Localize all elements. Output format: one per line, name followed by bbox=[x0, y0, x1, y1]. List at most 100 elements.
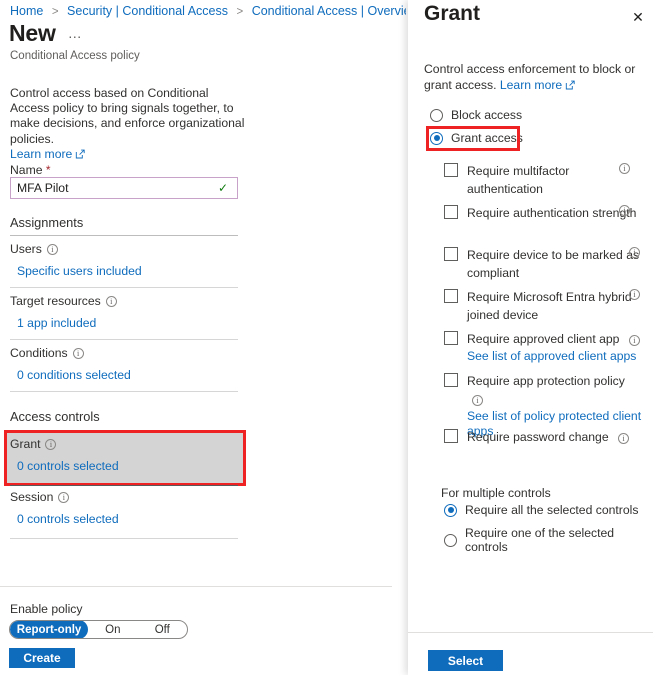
checkbox-row-require-approved-client-app[interactable]: Require approved client app i See list o… bbox=[444, 330, 642, 364]
checkbox-indicator[interactable] bbox=[444, 373, 458, 387]
checkbox-text-block: Require Microsoft Entra hybrid joined de… bbox=[467, 288, 642, 324]
checkbox-indicator[interactable] bbox=[444, 331, 458, 345]
page-title: New bbox=[9, 20, 56, 46]
checkbox-text-block: Require password change i bbox=[467, 428, 642, 446]
checkbox-text-block: Require multifactor authentication bbox=[467, 162, 642, 198]
divider bbox=[10, 287, 238, 288]
toggle-option-off[interactable]: Off bbox=[138, 621, 187, 638]
radio-block-access[interactable]: Block access bbox=[430, 108, 522, 122]
new-policy-panel: Home > Security | Conditional Access > C… bbox=[0, 0, 406, 675]
grant-flyout-panel: Grant ✕ Control access enforcement to bl… bbox=[408, 0, 653, 675]
divider bbox=[10, 339, 238, 340]
info-icon[interactable]: i bbox=[58, 491, 70, 503]
info-icon[interactable]: i bbox=[629, 247, 640, 258]
checkbox-label: Require Microsoft Entra hybrid joined de… bbox=[467, 290, 632, 322]
divider bbox=[10, 538, 238, 539]
grant-label-text: Grant bbox=[10, 437, 41, 451]
checkbox-indicator[interactable] bbox=[444, 429, 458, 443]
radio-indicator-selected[interactable] bbox=[444, 503, 457, 517]
enable-policy-label: Enable policy bbox=[10, 602, 83, 616]
breadcrumb-separator: > bbox=[236, 6, 244, 18]
checkbox-label: Require device to be marked as compliant bbox=[467, 248, 640, 280]
target-resources-row-value[interactable]: 1 app included bbox=[17, 316, 96, 330]
checkbox-label: Require app protection policy bbox=[467, 374, 625, 388]
close-icon[interactable]: ✕ bbox=[627, 6, 649, 28]
info-icon[interactable]: i bbox=[45, 438, 57, 450]
page-title-row: New … bbox=[9, 22, 83, 45]
users-row-value[interactable]: Specific users included bbox=[17, 264, 142, 278]
approved-client-apps-link[interactable]: See list of approved client apps bbox=[467, 349, 642, 364]
page-subtitle: Conditional Access policy bbox=[10, 50, 140, 62]
conditions-row-label: Conditions i bbox=[10, 346, 84, 360]
conditions-label-text: Conditions bbox=[10, 346, 68, 360]
breadcrumb-item-overview[interactable]: Conditional Access | Overview bbox=[252, 4, 406, 18]
target-resources-row-label: Target resources i bbox=[10, 294, 117, 308]
breadcrumb-item-home[interactable]: Home bbox=[10, 4, 43, 18]
info-icon[interactable]: i bbox=[46, 243, 58, 255]
checkbox-indicator[interactable] bbox=[444, 163, 458, 177]
intro-text-block: Control access based on Conditional Acce… bbox=[10, 86, 245, 162]
checkbox-indicator[interactable] bbox=[444, 289, 458, 303]
name-input[interactable] bbox=[11, 178, 218, 198]
more-options-icon[interactable]: … bbox=[68, 25, 83, 41]
radio-indicator[interactable] bbox=[430, 108, 443, 122]
toggle-option-on[interactable]: On bbox=[88, 621, 137, 638]
radio-require-one-label: Require one of the selected controls bbox=[465, 526, 615, 554]
checkbox-row-require-authentication-strength[interactable]: Require authentication strength i bbox=[444, 204, 642, 222]
session-row-label: Session i bbox=[10, 490, 70, 504]
create-button[interactable]: Create bbox=[9, 648, 75, 668]
checkbox-row-require-multifactor-authentication[interactable]: Require multifactor authentication i bbox=[444, 162, 642, 198]
users-row-label: Users i bbox=[10, 242, 58, 256]
checkbox-indicator[interactable] bbox=[444, 247, 458, 261]
footer-divider bbox=[0, 586, 392, 587]
radio-indicator-selected[interactable] bbox=[430, 131, 443, 145]
assignments-heading: Assignments bbox=[10, 215, 84, 230]
grant-panel-title: Grant bbox=[424, 2, 481, 25]
radio-grant-access-label: Grant access bbox=[451, 131, 523, 145]
checkbox-row-require-hybrid-joined-device[interactable]: Require Microsoft Entra hybrid joined de… bbox=[444, 288, 642, 324]
multiple-controls-label: For multiple controls bbox=[441, 486, 551, 500]
radio-indicator[interactable] bbox=[444, 533, 457, 547]
name-field-label: Name * bbox=[10, 163, 51, 177]
checkbox-label: Require authentication strength bbox=[467, 206, 637, 220]
radio-require-one-control[interactable]: Require one of the selected controls bbox=[444, 526, 653, 554]
divider bbox=[10, 235, 238, 236]
info-icon[interactable]: i bbox=[472, 395, 483, 406]
grant-row-value[interactable]: 0 controls selected bbox=[17, 459, 119, 473]
footer-divider bbox=[408, 632, 653, 633]
info-icon[interactable]: i bbox=[105, 295, 117, 307]
target-resources-label-text: Target resources bbox=[10, 294, 101, 308]
session-label-text: Session bbox=[10, 490, 54, 504]
radio-require-all-label: Require all the selected controls bbox=[465, 503, 639, 517]
radio-require-all-controls[interactable]: Require all the selected controls bbox=[444, 503, 638, 517]
select-button[interactable]: Select bbox=[428, 650, 503, 671]
learn-more-link[interactable]: Learn more bbox=[500, 78, 562, 92]
radio-grant-access[interactable]: Grant access bbox=[430, 131, 523, 145]
checkbox-indicator[interactable] bbox=[444, 205, 458, 219]
checkbox-row-require-password-change[interactable]: Require password change i bbox=[444, 428, 642, 446]
session-row-value[interactable]: 0 controls selected bbox=[17, 512, 119, 526]
breadcrumb-item-security[interactable]: Security | Conditional Access bbox=[67, 4, 228, 18]
checkbox-text-block: Require approved client app i See list o… bbox=[467, 330, 642, 364]
toggle-option-report-only[interactable]: Report-only bbox=[10, 621, 89, 638]
info-icon[interactable]: i bbox=[619, 205, 630, 216]
valid-check-icon: ✓ bbox=[218, 181, 229, 195]
learn-more-link[interactable]: Learn more bbox=[10, 147, 72, 161]
info-icon[interactable]: i bbox=[618, 433, 630, 444]
radio-block-access-label: Block access bbox=[451, 108, 523, 122]
name-input-wrapper[interactable]: ✓ bbox=[10, 177, 238, 199]
intro-text: Control access based on Conditional Acce… bbox=[10, 86, 245, 146]
info-icon[interactable]: i bbox=[628, 335, 640, 346]
info-icon[interactable]: i bbox=[629, 289, 640, 300]
conditions-row-value[interactable]: 0 conditions selected bbox=[17, 368, 131, 382]
enable-policy-toggle[interactable]: Report-only On Off bbox=[9, 620, 188, 639]
info-icon[interactable]: i bbox=[72, 347, 84, 359]
divider bbox=[10, 485, 238, 486]
external-link-icon bbox=[565, 79, 575, 89]
access-controls-heading: Access controls bbox=[10, 409, 100, 424]
checkbox-row-require-device-compliant[interactable]: Require device to be marked as compliant… bbox=[444, 246, 642, 282]
breadcrumb: Home > Security | Conditional Access > C… bbox=[10, 4, 406, 18]
info-icon[interactable]: i bbox=[619, 163, 630, 174]
breadcrumb-separator: > bbox=[51, 6, 59, 18]
checkbox-text-block: Require device to be marked as compliant bbox=[467, 246, 642, 282]
